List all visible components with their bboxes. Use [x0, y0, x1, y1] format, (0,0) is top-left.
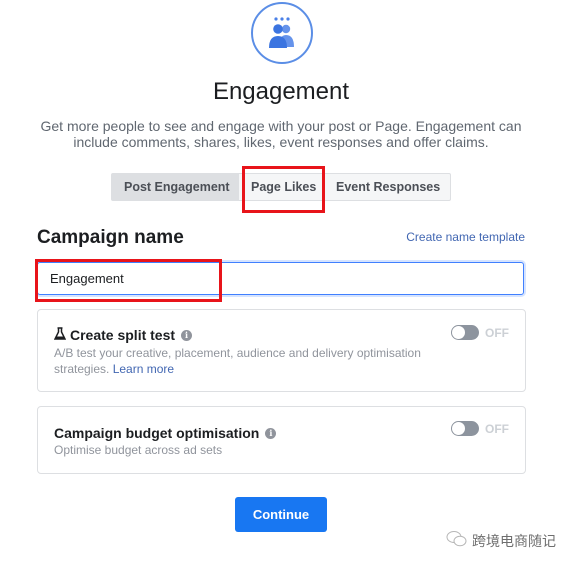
wechat-icon: [446, 530, 468, 551]
budget-optimisation-description: Optimise budget across ad sets: [54, 443, 223, 457]
engagement-people-icon: [251, 2, 313, 64]
split-test-toggle-wrap: OFF: [451, 325, 509, 340]
budget-optimisation-title-row: Campaign budget optimisation i: [54, 425, 277, 441]
create-name-template-link[interactable]: Create name template: [406, 230, 525, 244]
split-test-card: Create split test i A/B test your creati…: [37, 309, 526, 392]
tab-page-likes[interactable]: Page Likes: [239, 174, 324, 200]
watermark-text: 跨境电商随记: [472, 532, 556, 549]
budget-optimisation-toggle-state: OFF: [485, 421, 509, 436]
info-icon[interactable]: i: [265, 427, 277, 439]
flask-icon: [53, 327, 67, 343]
budget-optimisation-title: Campaign budget optimisation: [54, 425, 260, 441]
page-title: Engagement: [212, 78, 350, 105]
continue-button[interactable]: Continue: [235, 497, 327, 532]
split-test-title: Create split test: [70, 327, 176, 343]
split-test-title-row: Create split test i: [53, 327, 193, 343]
learn-more-link[interactable]: Learn more: [113, 362, 174, 376]
campaign-name-input[interactable]: [37, 262, 524, 295]
engagement-type-tabs: Post Engagement Page Likes Event Respons…: [111, 173, 451, 201]
budget-optimisation-toggle[interactable]: [451, 421, 479, 436]
budget-optimisation-toggle-wrap: OFF: [451, 421, 509, 436]
campaign-name-label: Campaign name: [37, 227, 184, 248]
info-icon[interactable]: i: [181, 329, 193, 341]
split-test-description: A/B test your creative, placement, audie…: [54, 346, 421, 376]
tab-post-engagement[interactable]: Post Engagement: [112, 174, 239, 200]
campaign-objective-page: Engagement Get more people to see and en…: [0, 0, 579, 565]
page-subtitle: Get more people to see and engage with y…: [40, 118, 522, 150]
watermark: 跨境电商随记: [446, 530, 556, 551]
budget-optimisation-card: Campaign budget optimisation i Optimise …: [37, 406, 526, 474]
split-test-toggle[interactable]: [451, 325, 479, 340]
toggle-knob: [452, 422, 465, 435]
toggle-knob: [452, 326, 465, 339]
tab-event-responses[interactable]: Event Responses: [324, 174, 450, 200]
split-test-toggle-state: OFF: [485, 325, 509, 340]
